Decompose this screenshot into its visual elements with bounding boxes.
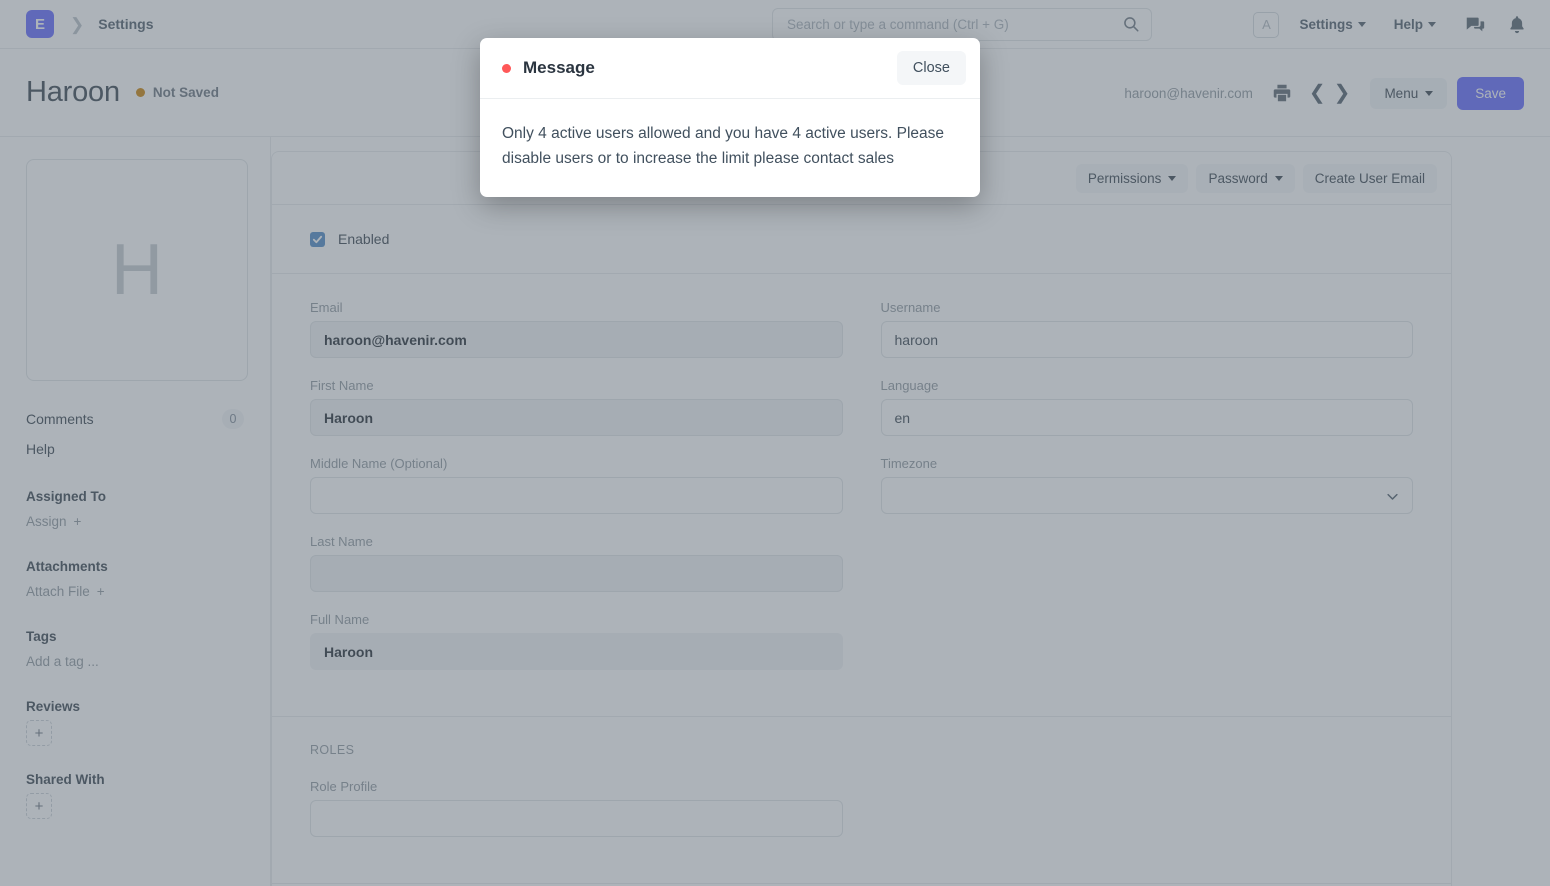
message-dialog: Message Close Only 4 active users allowe… (480, 38, 980, 198)
dialog-header: Message Close (480, 38, 980, 99)
dialog-message: Only 4 active users allowed and you have… (502, 125, 944, 168)
close-button[interactable]: Close (896, 51, 966, 85)
dialog-title-wrap: Message (502, 58, 595, 78)
alert-dot-icon (502, 63, 511, 73)
dialog-title: Message (523, 58, 595, 77)
